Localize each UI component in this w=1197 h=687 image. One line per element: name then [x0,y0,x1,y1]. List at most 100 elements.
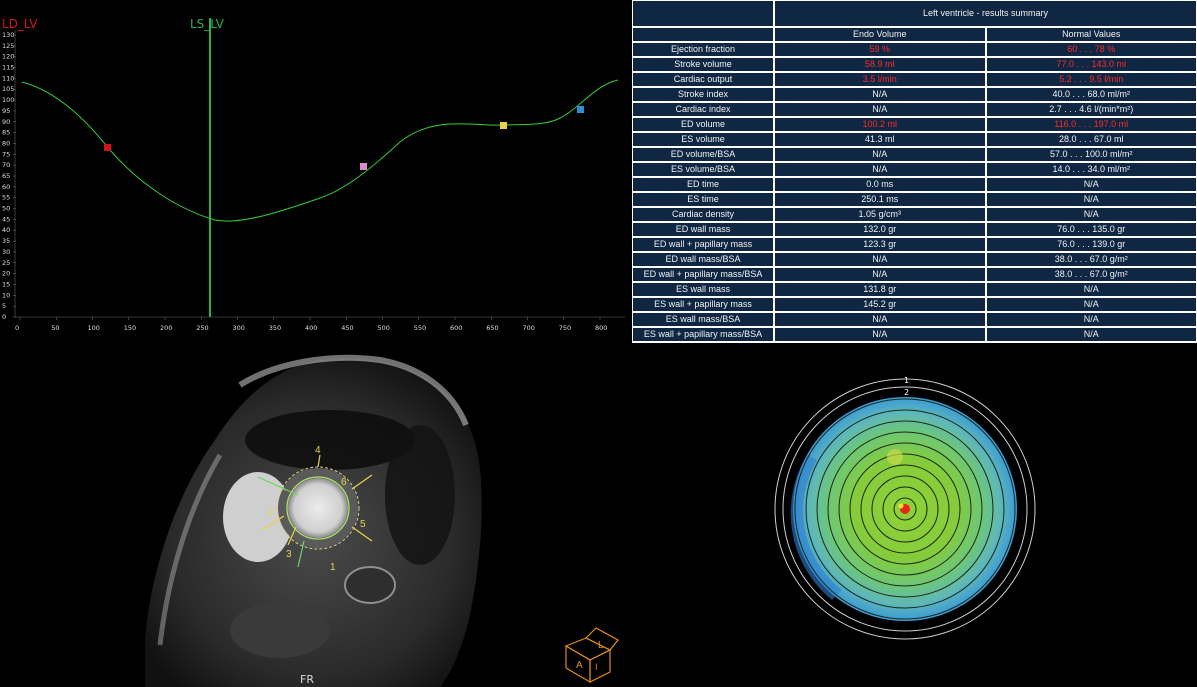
row-label: Cardiac index [633,103,773,116]
row-normal-value: 76.0 . . . 135.0 gr [986,223,1196,236]
row-endo-value: N/A [775,148,985,161]
results-title: Left ventricle - results summary [775,1,1196,26]
table-row: ES wall + papillary mass 145.2 gr N/A [633,298,1196,311]
row-endo-value: 100.2 ml [775,118,985,131]
orientation-cube-icon[interactable]: A L I [562,616,632,686]
row-endo-value: 0.0 ms [775,178,985,191]
y-tick-label: 75 [2,150,10,158]
row-endo-value: 131.8 gr [775,283,985,296]
results-summary-panel: Left ventricle - results summary Endo Vo… [632,0,1197,343]
x-tick-label: 250 [196,324,208,332]
table-row: ES wall mass/BSA N/A N/A [633,313,1196,326]
table-row: ES wall mass 131.8 gr N/A [633,283,1196,296]
row-label: ED wall + papillary mass [633,238,773,251]
row-label: ES volume/BSA [633,163,773,176]
y-tick-label: 45 [2,215,10,223]
row-label: Cardiac output [633,73,773,86]
x-tick-label: 750 [559,324,571,332]
row-label: Ejection fraction [633,43,773,56]
row-endo-value: 1.05 g/cm³ [775,208,985,221]
table-row: ES time 250.1 ms N/A [633,193,1196,206]
lung-region-right [385,425,455,565]
table-row: Stroke index N/A 40.0 . . . 68.0 ml/m² [633,88,1196,101]
row-label: ES wall + papillary mass/BSA [633,328,773,341]
row-endo-value: 132.0 gr [775,223,985,236]
row-normal-value: N/A [986,313,1196,326]
y-tick-label: 5 [2,302,6,310]
bullseye-plot[interactable]: 1 2 [632,345,1197,687]
x-tick-label: 0 [15,324,19,332]
y-tick-label: 105 [2,85,14,93]
volume-curve-chart[interactable]: 1301251201151101051009590858075706560555… [0,0,630,345]
bullseye-plot-panel[interactable]: 1 2 [632,345,1197,687]
row-normal-value: 76.0 . . . 139.0 gr [986,238,1196,251]
row-normal-value: 57.0 . . . 100.0 ml/m² [986,148,1196,161]
table-row: Ejection fraction 59 % 60 . . . 78 % [633,43,1196,56]
liver-region [230,602,330,658]
ed-point-marker[interactable] [104,144,111,151]
row-endo-value: N/A [775,103,985,116]
row-label: ED volume [633,118,773,131]
y-tick-label: 30 [2,248,10,256]
table-row: ED wall + papillary mass 123.3 gr 76.0 . .… [633,238,1196,251]
point-marker-pink[interactable] [360,163,367,170]
table-row: ED wall mass/BSA N/A 38.0 . . . 67.0 g/m² [633,253,1196,266]
table-row: Cardiac index N/A 2.7 . . . 4.6 l/(min*m²) [633,103,1196,116]
segment-label-2: 2 [268,507,274,518]
y-tick-label: 65 [2,172,10,180]
y-tick-label: 120 [2,53,14,61]
y-tick-label: 125 [2,42,14,50]
x-tick-label: 500 [378,324,390,332]
row-endo-value: 145.2 gr [775,298,985,311]
ring-label-1: 1 [904,376,909,385]
row-normal-value: 116.0 . . . 197.0 ml [986,118,1196,131]
x-tick-label: 150 [124,324,136,332]
row-endo-value: 3.5 l/min [775,73,985,86]
mri-image-panel[interactable]: 1 2 3 4 5 6 FR [0,345,630,687]
row-label: Stroke volume [633,58,773,71]
y-tick-label: 50 [2,205,10,213]
point-marker-yellow[interactable] [500,122,507,129]
row-endo-value: N/A [775,268,985,281]
row-normal-value: N/A [986,178,1196,191]
row-endo-value: 123.3 gr [775,238,985,251]
column-header-normal: Normal Values [986,28,1196,41]
segment-label-4: 4 [315,445,321,456]
ring-label-2: 2 [904,388,909,397]
row-normal-value: 38.0 . . . 67.0 g/m² [986,253,1196,266]
table-row: ED wall mass 132.0 gr 76.0 . . . 135.0 gr [633,223,1196,236]
table-row: ES wall + papillary mass/BSA N/A N/A [633,328,1196,341]
x-tick-label: 450 [341,324,353,332]
x-tick-label: 50 [51,324,59,332]
y-tick-label: 100 [2,96,14,104]
row-normal-value: 28.0 . . . 67.0 ml [986,133,1196,146]
y-tick-label: 35 [2,237,10,245]
cube-face-top: I [595,662,598,672]
row-normal-value: 5.2 . . . 9.5 l/min [986,73,1196,86]
y-tick-label: 85 [2,129,10,137]
x-tick-label: 600 [450,324,462,332]
row-label: ES time [633,193,773,206]
row-endo-value: N/A [775,163,985,176]
row-normal-value: N/A [986,193,1196,206]
volume-curve-panel[interactable]: 130 125 120 115 110 105 100 95 90 85 80 75 70 65 60 55 5… [0,0,630,345]
row-endo-value: 58.9 ml [775,58,985,71]
row-normal-value: N/A [986,298,1196,311]
x-tick-label: 800 [595,324,607,332]
orientation-label: FR [300,673,314,686]
y-tick-label: 55 [2,194,10,202]
row-normal-value: N/A [986,208,1196,221]
row-normal-value: N/A [986,283,1196,296]
table-row: ED volume/BSA N/A 57.0 . . . 100.0 ml/m² [633,148,1196,161]
point-marker-blue[interactable] [577,106,584,113]
x-tick-label: 700 [523,324,535,332]
row-label: ED wall mass/BSA [633,253,773,266]
mri-short-axis-image[interactable]: 1 2 3 4 5 6 [0,345,630,687]
table-header-blank [633,1,773,26]
table-row: Cardiac output 3.5 l/min 5.2 . . . 9.5 l/m… [633,73,1196,86]
segment-label-6: 6 [341,477,347,488]
x-tick-label: 350 [269,324,281,332]
segment-label-3: 3 [286,549,292,560]
bullseye-center-dot [898,503,904,509]
segment-label-1: 1 [330,562,336,573]
